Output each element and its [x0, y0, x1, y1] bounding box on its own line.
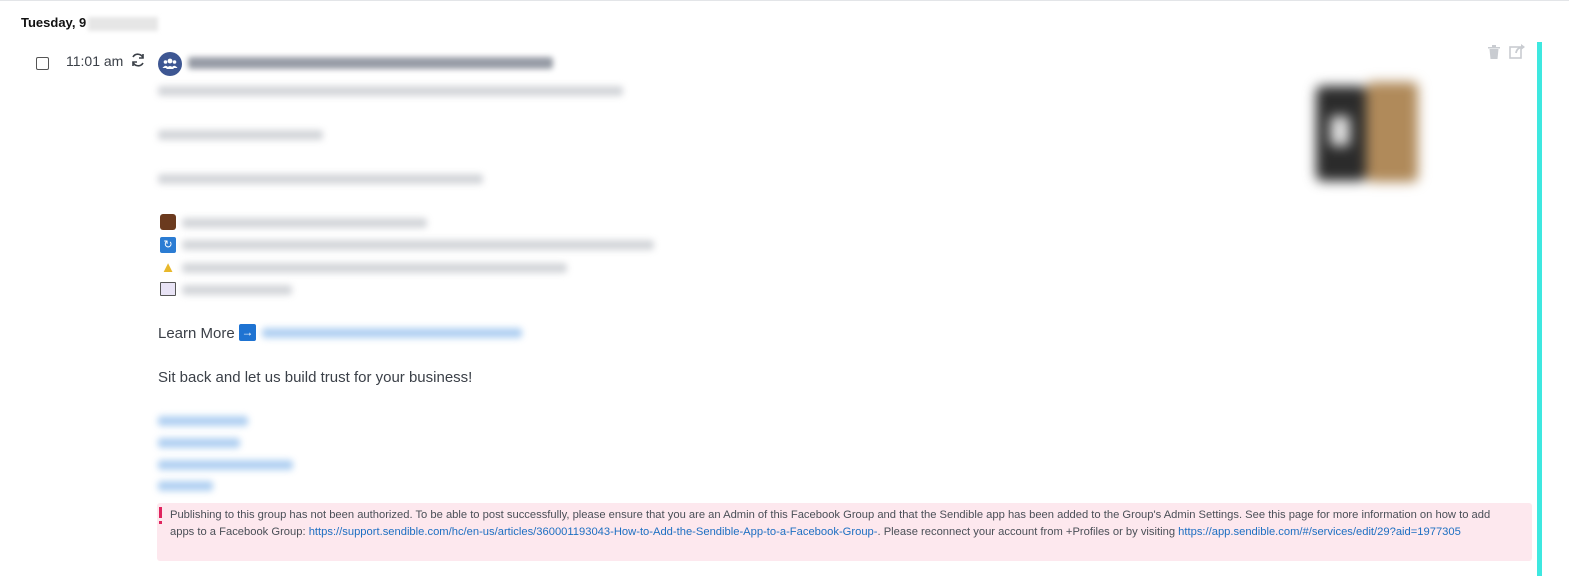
error-text-part-2: . Please reconnect your account from +Pr… — [877, 526, 1179, 538]
redacted-hashtag[interactable] — [158, 416, 248, 426]
post-select-checkbox[interactable] — [36, 57, 49, 70]
redacted-text-line — [158, 86, 623, 96]
briefcase-icon — [160, 214, 176, 230]
thumbs-up-icon: ▲ — [160, 259, 176, 276]
redacted-text-line — [158, 174, 483, 184]
right-arrow-icon: → — [239, 324, 256, 341]
film-icon — [160, 282, 176, 296]
trash-icon[interactable] — [1487, 44, 1501, 60]
share-icon[interactable] — [1509, 43, 1527, 59]
post-status-accent-bar — [1537, 42, 1542, 576]
sync-icon: ↻ — [160, 237, 176, 253]
date-header: Tuesday, 9 — [21, 15, 159, 31]
redacted-hashtag[interactable] — [158, 438, 240, 448]
help-article-link[interactable]: https://support.sendible.com/hc/en-us/ar… — [309, 526, 878, 538]
closing-line: Sit back and let us build trust for your… — [158, 369, 473, 386]
redacted-hashtag[interactable] — [158, 460, 293, 470]
group-icon — [162, 58, 178, 69]
date-label: Tuesday, 9 — [21, 15, 87, 30]
post-time: 11:01 am — [66, 53, 124, 69]
redacted-text-line — [182, 218, 427, 228]
exclamation-icon — [159, 507, 162, 524]
reconnect-service-link[interactable]: https://app.sendible.com/#/services/edit… — [1178, 526, 1461, 538]
group-avatar — [158, 52, 182, 76]
redacted-text-line — [182, 263, 567, 273]
learn-more-label: Learn More — [158, 325, 235, 342]
post-thumbnail-image[interactable] — [1310, 76, 1422, 186]
top-divider — [0, 0, 1569, 1]
redacted-hashtag[interactable] — [158, 481, 213, 491]
date-redacted — [88, 16, 159, 31]
error-message: Publishing to this group has not been au… — [170, 507, 1515, 541]
redacted-text-line — [158, 130, 323, 140]
refresh-icon — [132, 53, 144, 67]
redacted-link[interactable] — [262, 328, 522, 338]
redacted-text-line — [182, 240, 654, 250]
redacted-text-line — [182, 285, 292, 295]
group-name-redacted[interactable] — [188, 57, 553, 69]
authorization-error-banner: Publishing to this group has not been au… — [157, 503, 1532, 561]
